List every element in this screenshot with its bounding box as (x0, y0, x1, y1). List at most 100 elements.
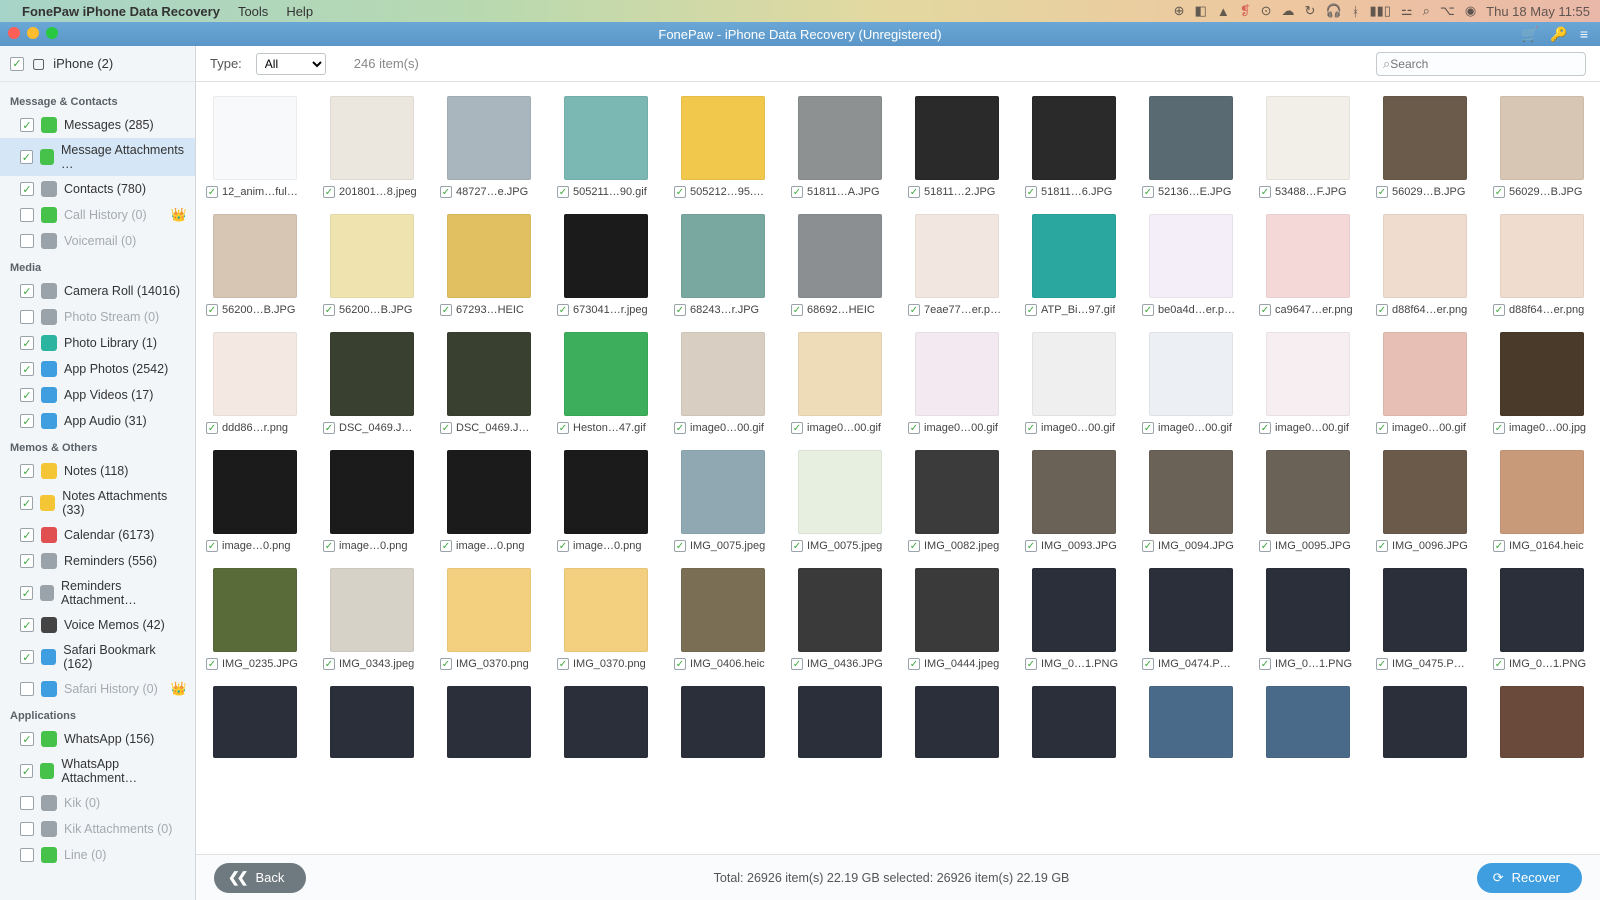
sidebar-item-notes[interactable]: Notes (118) (0, 458, 195, 484)
thumbnail-image[interactable] (447, 332, 531, 416)
sidebar-item-reminders[interactable]: Reminders (556) (0, 548, 195, 574)
thumbnail-checkbox[interactable] (1142, 422, 1154, 434)
sidebar-checkbox[interactable] (20, 388, 34, 402)
status-icon[interactable]: ⊙ (1261, 3, 1272, 19)
thumbnail-cell[interactable]: 12_anim…ful.gif (206, 96, 303, 198)
sidebar-checkbox[interactable] (20, 284, 34, 298)
thumbnail-cell[interactable]: d88f64…er.png (1376, 214, 1473, 316)
sidebar-item-appaudio[interactable]: App Audio (31) (0, 408, 195, 434)
thumbnail-image[interactable] (1383, 686, 1467, 758)
thumbnail-cell[interactable]: IMG_0094.JPG (1142, 450, 1239, 552)
sidebar-checkbox[interactable] (20, 528, 34, 542)
zoom-button[interactable] (46, 27, 58, 39)
thumbnail-checkbox[interactable] (1142, 186, 1154, 198)
thumbnail-cell[interactable]: 505211…90.gif (557, 96, 654, 198)
siri-icon[interactable]: ◉ (1465, 3, 1476, 19)
thumbnail-cell[interactable] (674, 686, 771, 758)
thumbnail-image[interactable] (798, 96, 882, 180)
thumbnail-image[interactable] (330, 214, 414, 298)
thumbnail-cell[interactable]: be0a4d…er.png (1142, 214, 1239, 316)
thumbnail-image[interactable] (213, 450, 297, 534)
thumbnail-cell[interactable]: image…0.png (557, 450, 654, 552)
thumbnail-image[interactable] (681, 450, 765, 534)
thumbnail-image[interactable] (915, 332, 999, 416)
thumbnail-cell[interactable] (1493, 686, 1590, 758)
thumbnail-image[interactable] (915, 686, 999, 758)
thumbnail-grid[interactable]: 12_anim…ful.gif201801…8.jpeg48727…e.JPG5… (196, 82, 1600, 854)
thumbnail-cell[interactable]: 48727…e.JPG (440, 96, 537, 198)
status-icon[interactable]: ◧ (1195, 3, 1207, 19)
thumbnail-checkbox[interactable] (557, 186, 569, 198)
thumbnail-checkbox[interactable] (1025, 304, 1037, 316)
thumbnail-checkbox[interactable] (206, 422, 218, 434)
thumbnail-cell[interactable]: 68692…HEIC (791, 214, 888, 316)
thumbnail-image[interactable] (798, 214, 882, 298)
thumbnail-image[interactable] (330, 568, 414, 652)
thumbnail-cell[interactable] (206, 686, 303, 758)
thumbnail-cell[interactable] (1142, 686, 1239, 758)
wifi-icon[interactable]: ⚍ (1401, 3, 1413, 19)
minimize-button[interactable] (27, 27, 39, 39)
thumbnail-checkbox[interactable] (674, 540, 686, 552)
thumbnail-checkbox[interactable] (674, 186, 686, 198)
thumbnail-checkbox[interactable] (1142, 304, 1154, 316)
thumbnail-image[interactable] (915, 96, 999, 180)
thumbnail-checkbox[interactable] (323, 186, 335, 198)
thumbnail-image[interactable] (1500, 568, 1584, 652)
thumbnail-image[interactable] (1500, 214, 1584, 298)
thumbnail-image[interactable] (1032, 96, 1116, 180)
thumbnail-image[interactable] (681, 568, 765, 652)
thumbnail-cell[interactable]: 53488…F.JPG (1259, 96, 1356, 198)
thumbnail-cell[interactable] (1025, 686, 1122, 758)
sidebar-item-plib[interactable]: Photo Library (1) (0, 330, 195, 356)
thumbnail-image[interactable] (1383, 568, 1467, 652)
sidebar-checkbox[interactable] (20, 336, 34, 350)
thumbnail-image[interactable] (1032, 332, 1116, 416)
thumbnail-cell[interactable]: image0…00.gif (1025, 332, 1122, 434)
spotlight-icon[interactable]: ⌕ (1423, 3, 1430, 19)
thumbnail-cell[interactable]: 67293…HEIC (440, 214, 537, 316)
thumbnail-checkbox[interactable] (908, 658, 920, 670)
thumbnail-checkbox[interactable] (1376, 658, 1388, 670)
status-icon[interactable]: ⊕ (1174, 3, 1185, 19)
sidebar-checkbox[interactable] (20, 362, 34, 376)
sidebar-item-whatsapp[interactable]: WhatsApp (156) (0, 726, 195, 752)
status-icon[interactable]: ☁ (1282, 3, 1295, 19)
sidebar-checkbox[interactable] (20, 414, 34, 428)
sidebar-item-appphotos[interactable]: App Photos (2542) (0, 356, 195, 382)
menu-icon[interactable]: ≡ (1580, 26, 1588, 43)
thumbnail-image[interactable] (1500, 450, 1584, 534)
thumbnail-image[interactable] (564, 450, 648, 534)
thumbnail-image[interactable] (564, 332, 648, 416)
thumbnail-checkbox[interactable] (206, 540, 218, 552)
sidebar-checkbox[interactable] (20, 682, 34, 696)
battery-icon[interactable]: ▮▮▯ (1369, 3, 1390, 19)
thumbnail-image[interactable] (447, 450, 531, 534)
thumbnail-cell[interactable]: image0…00.gif (908, 332, 1005, 434)
sidebar-checkbox[interactable] (20, 822, 34, 836)
thumbnail-image[interactable] (915, 568, 999, 652)
thumbnail-image[interactable] (915, 450, 999, 534)
thumbnail-image[interactable] (1266, 450, 1350, 534)
thumbnail-checkbox[interactable] (791, 186, 803, 198)
cart-icon[interactable]: 🛒 (1521, 26, 1538, 43)
thumbnail-checkbox[interactable] (791, 422, 803, 434)
thumbnail-checkbox[interactable] (206, 186, 218, 198)
thumbnail-cell[interactable]: IMG_0235.JPG (206, 568, 303, 670)
thumbnail-cell[interactable]: ca9647…er.png (1259, 214, 1356, 316)
thumbnail-image[interactable] (213, 214, 297, 298)
thumbnail-cell[interactable]: IMG_0475.PNG (1376, 568, 1473, 670)
thumbnail-cell[interactable]: IMG_0093.JPG (1025, 450, 1122, 552)
thumbnail-cell[interactable]: 51811…A.JPG (791, 96, 888, 198)
sidebar-item-messages[interactable]: Messages (285) (0, 112, 195, 138)
thumbnail-checkbox[interactable] (1025, 186, 1037, 198)
thumbnail-cell[interactable]: ATP_Bi…97.gif (1025, 214, 1122, 316)
thumbnail-image[interactable] (1032, 450, 1116, 534)
type-select[interactable]: All (256, 53, 326, 75)
sidebar-checkbox[interactable] (20, 554, 34, 568)
thumbnail-image[interactable] (798, 568, 882, 652)
thumbnail-cell[interactable]: IMG_0082.jpeg (908, 450, 1005, 552)
thumbnail-checkbox[interactable] (908, 422, 920, 434)
status-icon[interactable]: ▲ (1217, 4, 1230, 19)
thumbnail-image[interactable] (1149, 214, 1233, 298)
